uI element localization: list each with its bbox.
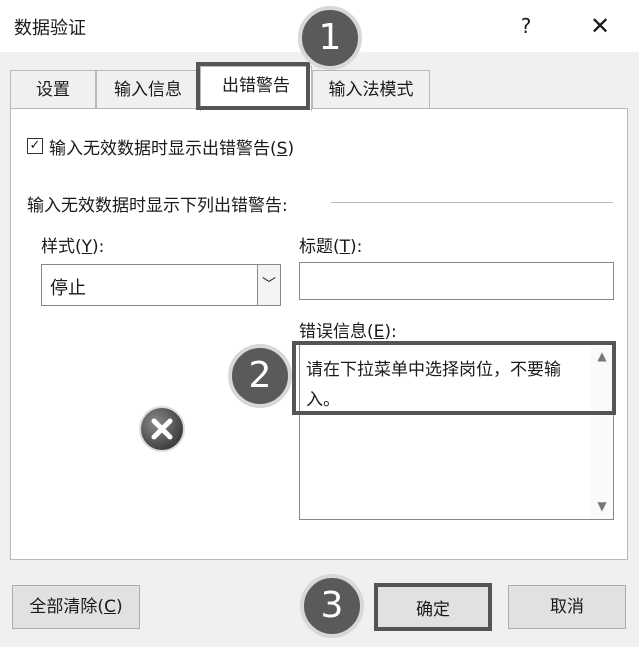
group-divider	[331, 202, 613, 203]
style-select-value: 停止	[50, 278, 86, 299]
error-stop-icon	[139, 406, 185, 452]
error-message-label: 错误信息(E):	[299, 322, 397, 342]
ok-button[interactable]: 确定	[374, 583, 492, 631]
callout-3: 3	[300, 574, 364, 638]
help-button[interactable]: ?	[506, 6, 546, 46]
highlight-box-tab	[196, 62, 310, 110]
group-label: 输入无效数据时显示下列出错警告:	[27, 191, 296, 216]
clear-all-button[interactable]: 全部清除(C)	[12, 585, 140, 629]
show-error-checkbox[interactable]: ✓	[27, 138, 43, 154]
callout-1: 1	[298, 6, 362, 70]
cancel-button[interactable]: 取消	[508, 585, 626, 629]
style-label: 样式(Y):	[41, 237, 105, 257]
error-alert-panel: ✓ 输入无效数据时显示出错警告(S) 输入无效数据时显示下列出错警告: 样式(Y…	[10, 108, 628, 560]
title-input[interactable]	[299, 262, 614, 300]
data-validation-dialog: 数据验证 ? ✕ 设置 输入信息 出错警告 输入法模式 ✓ 输入无效数据时显示出…	[0, 0, 639, 647]
dialog-title: 数据验证	[14, 18, 86, 39]
tab-ime-mode[interactable]: 输入法模式	[312, 70, 430, 108]
tab-settings[interactable]: 设置	[10, 70, 96, 108]
callout-2: 2	[228, 344, 292, 408]
tab-input-message[interactable]: 输入信息	[96, 70, 200, 108]
scroll-down-icon[interactable]: ▼	[591, 495, 613, 517]
highlight-box-message	[292, 341, 616, 415]
stop-x-glyph	[151, 418, 173, 440]
chevron-down-icon[interactable]: ﹀	[257, 265, 280, 305]
style-select[interactable]: 停止 ﹀	[41, 264, 281, 306]
close-button[interactable]: ✕	[578, 6, 622, 46]
tab-strip: 设置 输入信息 出错警告 输入法模式	[10, 66, 630, 111]
show-error-checkbox-row[interactable]: ✓ 输入无效数据时显示出错警告(S)	[27, 135, 295, 159]
title-label: 标题(T):	[299, 237, 363, 257]
show-error-checkbox-label: 输入无效数据时显示出错警告(S)	[49, 138, 295, 159]
